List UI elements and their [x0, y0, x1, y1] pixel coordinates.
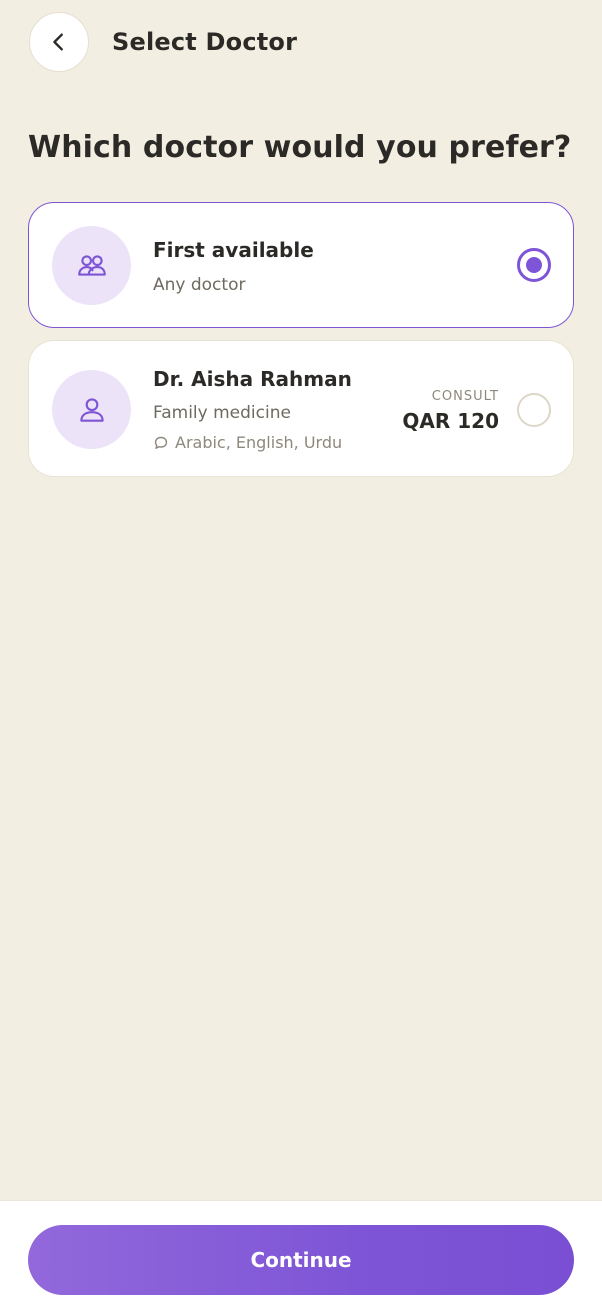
option-subtitle: Any doctor [153, 275, 246, 295]
footer: Continue [0, 1200, 602, 1306]
continue-button[interactable]: Continue [28, 1225, 574, 1295]
radio-selected[interactable] [517, 248, 551, 282]
chat-bubble-icon [154, 436, 168, 449]
option-doctor[interactable]: Dr. Aisha Rahman Family medicine Arabic,… [28, 340, 574, 477]
back-button[interactable] [29, 12, 89, 72]
option-title: First available [153, 238, 314, 262]
avatar [52, 370, 131, 449]
select-doctor-screen: Select Doctor Which doctor would you pre… [0, 0, 602, 1306]
consult-price: QAR 120 [402, 409, 499, 433]
page-title: Select Doctor [112, 28, 298, 56]
option-first-available[interactable]: First available Any doctor [28, 202, 574, 328]
doctor-specialty: Family medicine [153, 403, 291, 423]
languages-text: Arabic, English, Urdu [175, 433, 343, 452]
users-icon [77, 254, 106, 276]
chevron-left-icon [53, 33, 63, 51]
avatar [52, 226, 131, 305]
user-icon [79, 397, 104, 422]
consult-label: CONSULT [431, 389, 499, 404]
doctor-name: Dr. Aisha Rahman [153, 367, 352, 391]
header: Select Doctor [0, 0, 602, 90]
radio-unselected[interactable] [517, 393, 551, 427]
doctor-languages: Arabic, English, Urdu [153, 433, 342, 452]
question-heading: Which doctor would you prefer? [28, 130, 572, 165]
